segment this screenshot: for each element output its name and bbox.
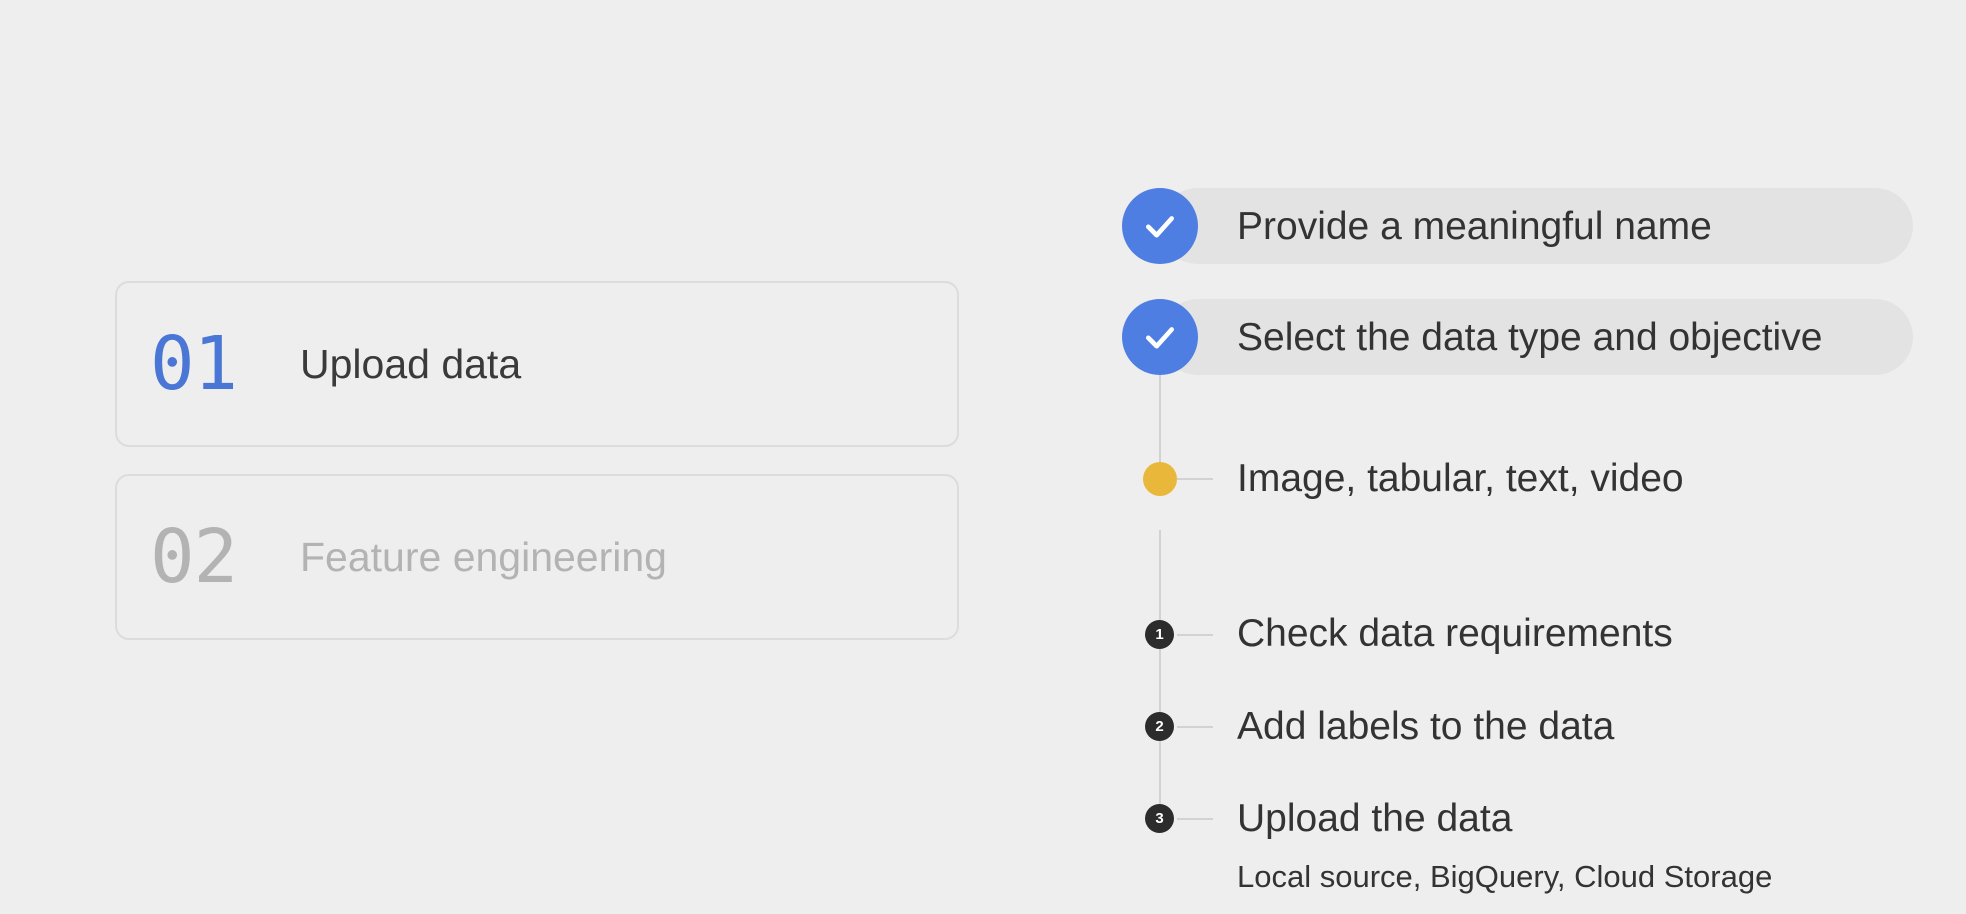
connector-line (1159, 530, 1161, 832)
connector-line (1159, 372, 1161, 464)
completed-item-name: Provide a meaningful name (1237, 205, 1712, 248)
step-card-upload-data: 01 Upload data (115, 281, 959, 447)
add-labels-text: Add labels to the data (1237, 705, 1615, 748)
step-label: Upload data (300, 340, 522, 387)
check-icon (1122, 299, 1198, 375)
upload-sources-text: Local source, BigQuery, Cloud Storage (1237, 859, 1773, 894)
upload-data-text: Upload the data (1237, 797, 1513, 840)
connector-tick (1177, 818, 1213, 820)
highlight-dot (1143, 462, 1177, 496)
step-number: 01 (150, 321, 238, 407)
connector-tick (1177, 478, 1213, 480)
data-types-text: Image, tabular, text, video (1237, 457, 1684, 500)
completed-item-data-type: Select the data type and objective (1237, 316, 1823, 359)
step-number: 02 (150, 514, 238, 600)
number-badge-1: 1 (1145, 620, 1174, 649)
connector-tick (1177, 634, 1213, 636)
check-icon (1122, 188, 1198, 264)
number-badge-2: 2 (1145, 712, 1174, 741)
slide: 01 Upload data 02 Feature engineering Pr… (0, 0, 1966, 914)
connector-tick (1177, 726, 1213, 728)
check-requirements-text: Check data requirements (1237, 612, 1673, 655)
number-badge-3: 3 (1145, 804, 1174, 833)
step-card-feature-engineering: 02 Feature engineering (115, 474, 959, 640)
step-label: Feature engineering (300, 533, 667, 580)
